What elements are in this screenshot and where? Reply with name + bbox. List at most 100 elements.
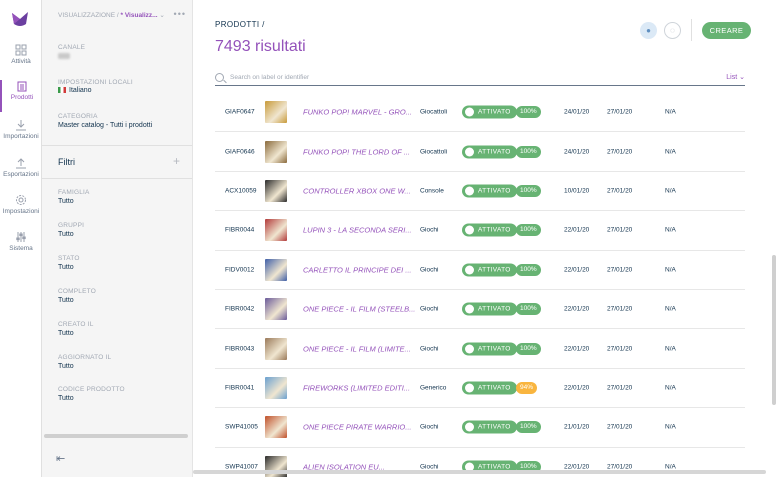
filter-code-label: CODICE PRODOTTO	[58, 386, 125, 393]
created-date: 21/01/20	[564, 423, 590, 431]
nav-item-exports[interactable]: Esportazioni	[0, 157, 42, 189]
completeness-badge: 100%	[516, 224, 541, 237]
updated-date: 27/01/20	[607, 226, 633, 234]
completeness-badge: 100%	[516, 106, 541, 119]
filter-complete-label: COMPLETO	[58, 288, 96, 295]
updated-date: 27/01/20	[607, 423, 633, 431]
product-name[interactable]: ONE PIECE - IL FILM (STEELB...	[303, 305, 417, 314]
updated-date: 27/01/20	[607, 148, 633, 156]
product-id: FIBR0043	[225, 345, 255, 353]
user-avatar-icon[interactable]: ●	[640, 22, 657, 39]
filter-groups-value[interactable]: Tutto	[58, 231, 74, 238]
grid-icon	[15, 44, 27, 56]
product-id: FIDV0012	[225, 266, 255, 274]
updated-date: 27/01/20	[607, 305, 633, 313]
product-code: N/A	[665, 148, 676, 156]
product-name[interactable]: LUPIN 3 - LA SECONDA SERI...	[303, 226, 417, 235]
category-label: CATEGORIA	[58, 113, 98, 120]
updated-date: 27/01/20	[607, 266, 633, 274]
channel-label: CANALE	[58, 44, 86, 51]
breadcrumb[interactable]: PRODOTTI /	[215, 20, 265, 29]
filter-updated-value[interactable]: Tutto	[58, 363, 74, 370]
product-thumbnail	[265, 298, 287, 321]
product-code: N/A	[665, 345, 676, 353]
locale-selector[interactable]: Italiano	[58, 87, 92, 94]
akeneo-logo-icon[interactable]	[10, 9, 30, 29]
completeness-badge: 100%	[516, 263, 541, 276]
created-date: 22/01/20	[564, 266, 590, 274]
vertical-scrollbar[interactable]	[772, 255, 776, 405]
product-id: GIAF0647	[225, 108, 255, 116]
product-id: GIAF0646	[225, 148, 255, 156]
table-row[interactable]: FIBR0044 LUPIN 3 - LA SECONDA SERI... Gi…	[215, 211, 745, 251]
category-value[interactable]: Master catalog - Tutti i prodotti	[58, 122, 152, 129]
created-date: 24/01/20	[564, 108, 590, 116]
filter-family-value[interactable]: Tutto	[58, 198, 74, 205]
created-date: 10/01/20	[564, 187, 590, 195]
sliders-icon	[16, 232, 26, 242]
horizontal-scrollbar[interactable]	[193, 470, 766, 474]
product-family: Console	[420, 187, 444, 195]
filter-status-value[interactable]: Tutto	[58, 264, 74, 271]
more-options-icon[interactable]: •••	[174, 9, 186, 19]
add-filter-icon[interactable]: +	[173, 154, 180, 168]
product-family: Giochi	[420, 226, 439, 234]
product-grid: GIAF0647 FUNKO POP! MARVEL - GRO... Gioc…	[215, 93, 745, 477]
view-mode-label: List	[726, 74, 738, 81]
filter-created-value[interactable]: Tutto	[58, 330, 74, 337]
view-selector[interactable]: VISUALIZZAZIONE / * Visualizz... ⌄	[58, 11, 186, 23]
created-date: 24/01/20	[564, 148, 590, 156]
product-id: SWP41005	[225, 423, 258, 431]
nav-item-label: Impostazioni	[2, 208, 40, 215]
product-id: FIBR0041	[225, 384, 255, 392]
created-date: 22/01/20	[564, 305, 590, 313]
product-name[interactable]: ONE PIECE - IL FILM (LIMITE...	[303, 344, 417, 353]
status-badge: ATTIVATO	[462, 302, 517, 316]
view-mode-selector[interactable]: List ⌄	[726, 73, 745, 81]
table-row[interactable]: FIBR0043 ONE PIECE - IL FILM (LIMITE... …	[215, 329, 745, 369]
nav-item-imports[interactable]: Importazioni	[0, 119, 42, 151]
updated-date: 27/01/20	[607, 108, 633, 116]
table-row[interactable]: FIBR0041 FIREWORKS (LIMITED EDITI... Gen…	[215, 369, 745, 409]
table-row[interactable]: FIBR0042 ONE PIECE - IL FILM (STEELB... …	[215, 290, 745, 330]
table-row[interactable]: GIAF0647 FUNKO POP! MARVEL - GRO... Gioc…	[215, 93, 745, 133]
table-row[interactable]: GIAF0646 FUNKO POP! THE LORD OF ... Gioc…	[215, 132, 745, 172]
product-family: Generico	[420, 384, 447, 392]
nav-item-settings[interactable]: Impostazioni	[0, 194, 42, 226]
channel-value[interactable]	[58, 53, 70, 61]
table-row[interactable]: ACX10059 CONTROLLER XBOX ONE W... Consol…	[215, 172, 745, 212]
table-row[interactable]: SWP41005 ONE PIECE PIRATE WARRIO... Gioc…	[215, 408, 745, 448]
product-thumbnail	[265, 416, 287, 439]
gear-icon	[16, 195, 26, 205]
create-button[interactable]: CREARE	[702, 22, 751, 39]
nav-item-label: Importazioni	[3, 133, 39, 140]
product-name[interactable]: FUNKO POP! MARVEL - GRO...	[303, 108, 417, 117]
nav-item-activity[interactable]: Attività	[0, 44, 42, 76]
filter-code-value[interactable]: Tutto	[58, 395, 74, 402]
product-id: ACX10059	[225, 187, 257, 195]
upload-icon	[16, 158, 26, 169]
product-name[interactable]: FUNKO POP! THE LORD OF ...	[303, 147, 417, 156]
status-badge: ATTIVATO	[462, 342, 517, 356]
status-badge: ATTIVATO	[462, 184, 517, 198]
notification-icon[interactable]: ◌	[664, 22, 681, 39]
panel-scrollbar[interactable]	[44, 434, 188, 438]
product-name[interactable]: FIREWORKS (LIMITED EDITI...	[303, 383, 417, 392]
locale-label: IMPOSTAZIONI LOCALI	[58, 79, 133, 86]
product-name[interactable]: ONE PIECE PIRATE WARRIO...	[303, 423, 417, 432]
main-content: PRODOTTI / 7493 risultati ● ◌ CREARE Sea…	[193, 0, 780, 477]
collapse-panel-icon[interactable]: ⇤	[56, 452, 65, 465]
product-name[interactable]: CONTROLLER XBOX ONE W...	[303, 186, 417, 195]
search-input[interactable]: Search on label or identifier	[230, 74, 309, 81]
nav-item-system[interactable]: Sistema	[0, 231, 42, 263]
download-icon	[16, 120, 26, 131]
filter-complete-value[interactable]: Tutto	[58, 297, 74, 304]
table-row[interactable]: FIDV0012 CARLETTO IL PRINCIPE DEI ... Gi…	[215, 251, 745, 290]
status-badge: ATTIVATO	[462, 223, 517, 237]
divider	[42, 145, 192, 146]
product-name[interactable]: CARLETTO IL PRINCIPE DEI ...	[303, 265, 417, 274]
nav-item-products[interactable]: Prodotti	[0, 80, 42, 112]
search-bar[interactable]: Search on label or identifier List ⌄	[215, 72, 745, 86]
filter-family-label: FAMIGLIA	[58, 189, 90, 196]
product-thumbnail	[265, 376, 287, 399]
